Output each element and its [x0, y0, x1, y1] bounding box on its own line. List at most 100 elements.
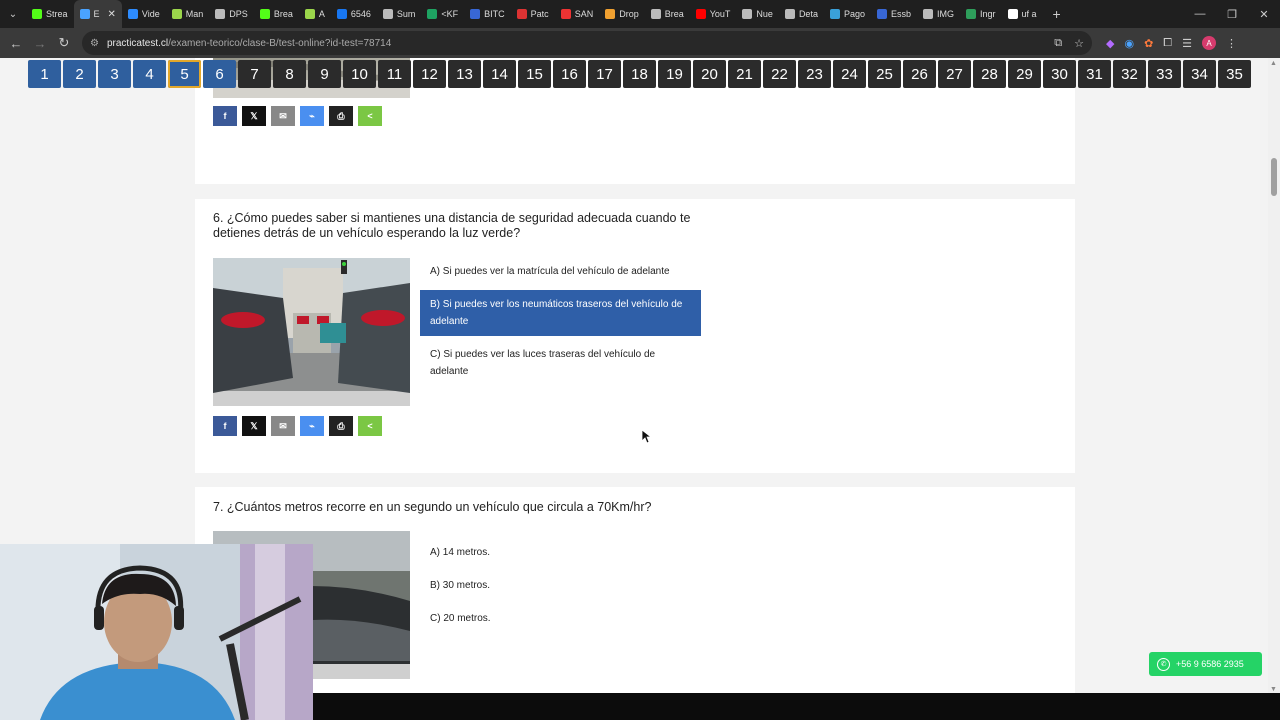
email-share-icon[interactable]: ✉ — [271, 416, 295, 436]
question-nav-button[interactable]: 20 — [693, 60, 726, 88]
back-button[interactable]: ← — [4, 31, 28, 55]
question-nav-button[interactable]: 18 — [623, 60, 656, 88]
browser-tab[interactable]: A — [299, 0, 331, 28]
answer-option[interactable]: C) Si puedes ver las luces traseras del … — [420, 340, 701, 386]
messenger-share-icon[interactable]: ⌁ — [300, 416, 324, 436]
close-window-icon[interactable]: ✕ — [1248, 0, 1280, 28]
reading-list-icon[interactable]: ☰ — [1182, 37, 1192, 50]
question-nav-button[interactable]: 29 — [1008, 60, 1041, 88]
question-nav-button[interactable]: 10 — [343, 60, 376, 88]
new-tab-button[interactable]: + — [1043, 6, 1071, 22]
share-icon[interactable]: < — [358, 416, 382, 436]
browser-tab[interactable]: uf a — [1002, 0, 1043, 28]
close-tab-icon[interactable]: ✕ — [108, 9, 116, 20]
question-nav-button[interactable]: 19 — [658, 60, 691, 88]
question-nav-button[interactable]: 6 — [203, 60, 236, 88]
browser-tab[interactable]: Man — [166, 0, 210, 28]
question-nav-button[interactable]: 30 — [1043, 60, 1076, 88]
browser-tab[interactable]: Patc — [511, 0, 555, 28]
extension-icon[interactable]: ◉ — [1124, 37, 1134, 50]
browser-tab[interactable]: SAN — [555, 0, 600, 28]
print-icon[interactable]: ⎙ — [329, 106, 353, 126]
question-nav-button[interactable]: 4 — [133, 60, 166, 88]
browser-tab[interactable]: E ✕ — [73, 0, 122, 28]
question-nav-button[interactable]: 16 — [553, 60, 586, 88]
question-nav-button[interactable]: 33 — [1148, 60, 1181, 88]
question-nav-button[interactable]: 7 — [238, 60, 271, 88]
question-nav-button[interactable]: 25 — [868, 60, 901, 88]
question-nav-button[interactable]: 35 — [1218, 60, 1251, 88]
question-nav-button[interactable]: 5 — [168, 60, 201, 88]
browser-tab[interactable]: DPS — [209, 0, 254, 28]
browser-tab[interactable]: Strea — [26, 0, 74, 28]
answer-option[interactable]: A) Si puedes ver la matrícula del vehícu… — [420, 257, 701, 286]
facebook-share-icon[interactable]: f — [213, 416, 237, 436]
question-nav-button[interactable]: 14 — [483, 60, 516, 88]
x-share-icon[interactable]: 𝕏 — [242, 416, 266, 436]
question-nav-button[interactable]: 22 — [763, 60, 796, 88]
browser-tab[interactable]: <KF — [421, 0, 464, 28]
print-icon[interactable]: ⎙ — [329, 416, 353, 436]
browser-tab[interactable]: BITC — [464, 0, 511, 28]
extension-icon[interactable]: ✿ — [1144, 37, 1153, 50]
forward-button[interactable]: → — [28, 31, 52, 55]
question-nav-button[interactable]: 12 — [413, 60, 446, 88]
minimize-icon[interactable]: — — [1184, 0, 1216, 28]
browser-tab[interactable]: YouT — [690, 0, 737, 28]
question-nav-button[interactable]: 24 — [833, 60, 866, 88]
question-nav-button[interactable]: 31 — [1078, 60, 1111, 88]
cast-icon[interactable]: ⧉ — [1054, 37, 1062, 50]
question-nav-button[interactable]: 28 — [973, 60, 1006, 88]
question-nav-button[interactable]: 32 — [1113, 60, 1146, 88]
browser-tab[interactable]: Essb — [871, 0, 917, 28]
reload-button[interactable]: ↻ — [52, 31, 76, 55]
browser-tab[interactable]: Brea — [645, 0, 690, 28]
browser-tab[interactable]: Ingr — [960, 0, 1002, 28]
tab-search-button[interactable]: ⌄ — [0, 0, 26, 28]
question-nav-button[interactable]: 26 — [903, 60, 936, 88]
browser-tab[interactable]: Vide — [122, 0, 166, 28]
browser-tab[interactable]: 6546 — [331, 0, 377, 28]
scrollbar-thumb[interactable] — [1271, 158, 1277, 196]
question-nav-button[interactable]: 23 — [798, 60, 831, 88]
bookmark-star-icon[interactable]: ☆ — [1074, 37, 1084, 50]
browser-tab[interactable]: Brea — [254, 0, 299, 28]
browser-tab[interactable]: Deta — [779, 0, 824, 28]
browser-tab[interactable]: Drop — [599, 0, 645, 28]
facebook-share-icon[interactable]: f — [213, 106, 237, 126]
share-icon[interactable]: < — [358, 106, 382, 126]
answer-option[interactable]: B) 30 metros. — [420, 571, 701, 600]
scroll-up-icon[interactable]: ▲ — [1270, 60, 1277, 67]
question-nav-button[interactable]: 27 — [938, 60, 971, 88]
question-nav-button[interactable]: 15 — [518, 60, 551, 88]
question-nav-button[interactable]: 1 — [28, 60, 61, 88]
page-scrollbar[interactable]: ▲ ▼ — [1268, 58, 1280, 720]
question-nav-button[interactable]: 11 — [378, 60, 411, 88]
address-bar[interactable]: ⚙ practicatest.cl/examen-teorico/clase-B… — [82, 31, 1092, 55]
scroll-down-icon[interactable]: ▼ — [1270, 686, 1277, 693]
puzzle-icon[interactable]: ⧠ — [1163, 37, 1172, 50]
browser-tab[interactable]: Nue — [736, 0, 779, 28]
browser-tab[interactable]: Pago — [824, 0, 871, 28]
question-nav-button[interactable]: 2 — [63, 60, 96, 88]
menu-icon[interactable]: ⋮ — [1226, 37, 1237, 50]
extension-icon[interactable]: ◆ — [1106, 37, 1114, 50]
question-nav-button[interactable]: 9 — [308, 60, 341, 88]
browser-tab[interactable]: IMG — [917, 0, 960, 28]
answer-option[interactable]: C) 20 metros. — [420, 604, 701, 633]
question-nav-button[interactable]: 17 — [588, 60, 621, 88]
messenger-share-icon[interactable]: ⌁ — [300, 106, 324, 126]
profile-avatar[interactable]: A — [1201, 36, 1216, 50]
answer-option[interactable]: A) 14 metros. — [420, 538, 701, 567]
browser-tab[interactable]: Sum — [377, 0, 422, 28]
email-share-icon[interactable]: ✉ — [271, 106, 295, 126]
answer-option[interactable]: B) Si puedes ver los neumáticos traseros… — [420, 290, 701, 336]
x-share-icon[interactable]: 𝕏 — [242, 106, 266, 126]
question-nav-button[interactable]: 34 — [1183, 60, 1216, 88]
restore-icon[interactable]: ❐ — [1216, 0, 1248, 28]
question-nav-button[interactable]: 8 — [273, 60, 306, 88]
whatsapp-contact-button[interactable]: ✆ +56 9 6586 2935 — [1149, 652, 1262, 676]
site-info-icon[interactable]: ⚙ — [90, 38, 99, 49]
question-nav-button[interactable]: 3 — [98, 60, 131, 88]
question-nav-button[interactable]: 21 — [728, 60, 761, 88]
